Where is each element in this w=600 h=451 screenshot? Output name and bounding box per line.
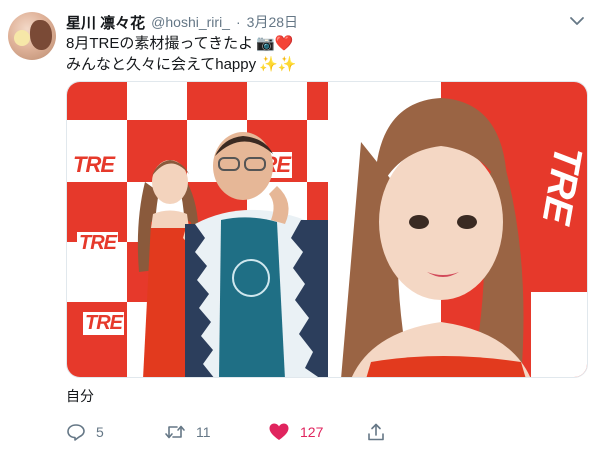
retweet-icon bbox=[165, 425, 185, 439]
share-icon bbox=[368, 423, 384, 441]
tre-logo: TRE bbox=[77, 232, 118, 255]
like-count: 127 bbox=[300, 424, 324, 440]
retweet-count: 11 bbox=[196, 424, 211, 440]
tweet-text-line-1: 8月TREの素材撮ってきたよ bbox=[66, 34, 254, 52]
tweet-text: 8月TREの素材撮ってきたよ 📷❤️ みんなと久々に会えてhappy ✨✨ bbox=[66, 33, 576, 75]
tweet-header: 星川 凛々花 @hoshi_riri_ · 3月28日 bbox=[66, 12, 298, 32]
chevron-down-icon[interactable] bbox=[568, 12, 586, 30]
photo-left[interactable]: TRE TRE TRE TRE bbox=[67, 82, 328, 377]
separator-dot: · bbox=[235, 14, 241, 30]
display-name[interactable]: 星川 凛々花 bbox=[66, 12, 145, 33]
person-portrait bbox=[341, 98, 531, 377]
tweet-text-line-2: みんなと久々に会えてhappy bbox=[66, 55, 257, 73]
retweet-button[interactable]: 11 bbox=[164, 422, 211, 442]
heart-icon bbox=[269, 423, 289, 440]
media-gallery: TRE TRE TRE TRE bbox=[66, 81, 588, 378]
sparkles-emoji: ✨✨ bbox=[259, 55, 297, 73]
reply-icon bbox=[67, 424, 85, 441]
tweet-card[interactable]: 星川 凛々花 @hoshi_riri_ · 3月28日 8月TREの素材撮ってき… bbox=[0, 0, 600, 451]
tre-logo: TRE bbox=[83, 312, 124, 335]
reply-button[interactable]: 5 bbox=[66, 422, 104, 442]
avatar[interactable] bbox=[8, 12, 56, 60]
camera-heart-emoji: 📷❤️ bbox=[256, 34, 294, 52]
like-button[interactable]: 127 bbox=[268, 422, 323, 442]
user-handle[interactable]: @hoshi_riri_ bbox=[151, 14, 230, 30]
tre-logo: TRE bbox=[71, 152, 116, 178]
reply-count: 5 bbox=[96, 424, 104, 440]
share-button[interactable] bbox=[366, 422, 386, 442]
person-man bbox=[185, 132, 328, 377]
tweet-actions: 5 11 127 bbox=[66, 420, 396, 444]
tweet-date[interactable]: 3月28日 bbox=[247, 12, 298, 32]
tagged-user-label[interactable]: 自分 bbox=[66, 386, 94, 406]
photo-right[interactable]: TRE bbox=[330, 82, 587, 377]
